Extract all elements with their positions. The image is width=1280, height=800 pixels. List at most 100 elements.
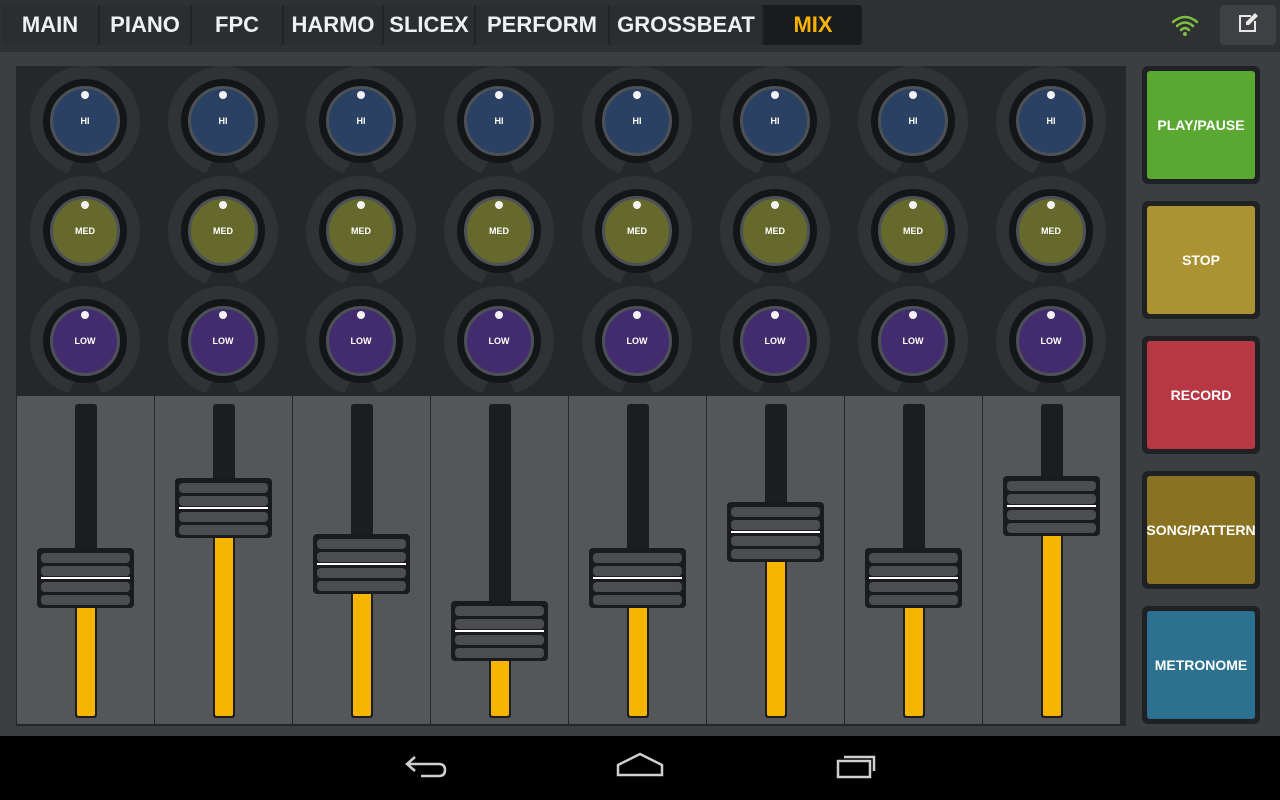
fader-strip-8 [983,396,1120,724]
knob-label: HI [356,116,366,126]
tab-fpc[interactable]: FPC [192,5,284,45]
knob-label: MED [213,226,233,236]
knob-indicator [219,91,227,99]
fader-handle-3[interactable] [313,534,410,594]
fader-strip-2 [155,396,292,724]
knob-indicator [81,201,89,209]
knob-label: LOW [626,336,648,346]
home-icon [613,751,667,786]
knob-hi-3[interactable]: HI [306,66,416,178]
fader-handle-7[interactable] [865,548,962,608]
fader-track[interactable] [489,404,511,718]
tab-perform[interactable]: PERFORM [476,5,610,45]
knob-low-3[interactable]: LOW [306,286,416,398]
knob-low-8[interactable]: LOW [996,286,1106,398]
knob-med-7[interactable]: MED [858,176,968,288]
knob-low-2[interactable]: LOW [168,286,278,398]
knob-label: MED [351,226,371,236]
knob-indicator [633,91,641,99]
knob-label: HI [908,116,918,126]
play-pause-button[interactable]: PLAY/PAUSE [1142,66,1260,184]
fader-level-fill [1043,524,1061,716]
record-button[interactable]: RECORD [1142,336,1260,454]
fader-handle-4[interactable] [451,601,548,661]
knob-med-3[interactable]: MED [306,176,416,288]
fader-strip-6 [707,396,844,724]
tab-harmo[interactable]: HARMO [284,5,384,45]
knob-label: LOW [488,336,510,346]
knob-med-5[interactable]: MED [582,176,692,288]
back-button[interactable] [394,748,454,788]
knob-low-7[interactable]: LOW [858,286,968,398]
knob-label: HI [218,116,228,126]
edit-icon [1236,12,1260,39]
knob-med-8[interactable]: MED [996,176,1106,288]
stop-button[interactable]: STOP [1142,201,1260,319]
button-label: PLAY/PAUSE [1147,71,1255,179]
knob-med-4[interactable]: MED [444,176,554,288]
knob-hi-2[interactable]: HI [168,66,278,178]
tab-slicex[interactable]: SLICEX [384,5,476,45]
knob-label: HI [494,116,504,126]
tab-piano[interactable]: PIANO [100,5,192,45]
knob-indicator [771,201,779,209]
knob-label: LOW [764,336,786,346]
tab-grossbeat[interactable]: GROSSBEAT [610,5,764,45]
fader-handle-6[interactable] [727,502,824,562]
knob-label: HI [1046,116,1056,126]
knob-label: MED [489,226,509,236]
tab-main[interactable]: MAIN [2,5,100,45]
knob-indicator [909,91,917,99]
song-pattern-button[interactable]: SONG/PATTERN [1142,471,1260,589]
knob-low-1[interactable]: LOW [30,286,140,398]
knob-hi-8[interactable]: HI [996,66,1106,178]
knob-indicator [357,201,365,209]
edit-button[interactable] [1220,5,1276,45]
knob-indicator [219,311,227,319]
fader-handle-1[interactable] [37,548,134,608]
knob-hi-7[interactable]: HI [858,66,968,178]
knob-indicator [81,311,89,319]
fader-strip-7 [845,396,982,724]
knob-label: LOW [350,336,372,346]
fader-handle-2[interactable] [175,478,272,538]
knob-indicator [357,311,365,319]
fader-level-fill [629,596,647,716]
fader-level-fill [353,582,371,716]
fader-track[interactable] [1041,404,1063,718]
fader-track[interactable] [213,404,235,718]
fader-handle-8[interactable] [1003,476,1100,536]
wifi-icon[interactable] [1168,10,1202,40]
knob-hi-5[interactable]: HI [582,66,692,178]
knob-med-2[interactable]: MED [168,176,278,288]
knob-hi-1[interactable]: HI [30,66,140,178]
knob-indicator [771,311,779,319]
knob-indicator [357,91,365,99]
metronome-button[interactable]: METRONOME [1142,606,1260,724]
knob-hi-4[interactable]: HI [444,66,554,178]
knob-label: MED [75,226,95,236]
knob-med-1[interactable]: MED [30,176,140,288]
knob-hi-6[interactable]: HI [720,66,830,178]
home-button[interactable] [610,748,670,788]
knob-label: LOW [1040,336,1062,346]
tab-bar: MAIN PIANO FPC HARMO SLICEX PERFORM GROS… [2,5,862,45]
fader-bank [16,396,1126,726]
knob-indicator [219,201,227,209]
top-bar: MAIN PIANO FPC HARMO SLICEX PERFORM GROS… [0,0,1280,52]
knob-indicator [1047,311,1055,319]
knob-low-5[interactable]: LOW [582,286,692,398]
back-icon [399,751,449,786]
knob-low-6[interactable]: LOW [720,286,830,398]
fader-level-fill [77,596,95,716]
fader-level-fill [215,526,233,716]
tab-mix[interactable]: MIX [764,5,862,45]
fader-level-fill [767,550,785,716]
knob-low-4[interactable]: LOW [444,286,554,398]
button-label: METRONOME [1147,611,1255,719]
knob-med-6[interactable]: MED [720,176,830,288]
recents-button[interactable] [826,748,886,788]
knob-label: HI [80,116,90,126]
fader-handle-5[interactable] [589,548,686,608]
fader-level-fill [905,596,923,716]
